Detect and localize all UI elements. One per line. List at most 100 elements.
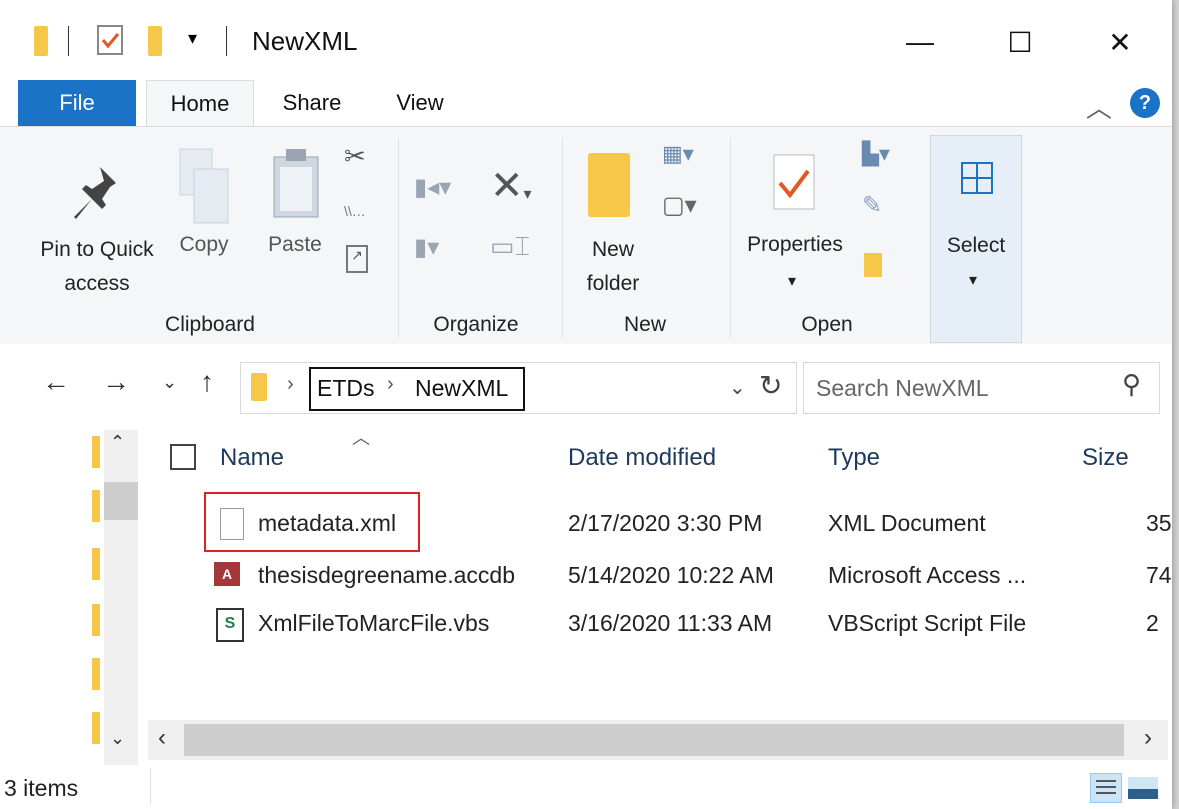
breadcrumb-chevron-icon[interactable]: › (287, 373, 294, 396)
maximize-button[interactable]: ☐ (990, 20, 1050, 64)
tab-view[interactable]: View (380, 80, 460, 126)
address-bar-row: ← → ⌄ ↑ › ETDs › NewXML ⌄ ↻ Search NewXM… (0, 344, 1172, 430)
nav-folder-icon[interactable] (92, 490, 100, 522)
search-input[interactable]: Search NewXML (816, 375, 989, 402)
edit-icon[interactable]: ✎ (862, 191, 882, 220)
nav-scrollbar[interactable]: ⌃ ⌄ (104, 430, 138, 765)
nav-scroll-thumb[interactable] (104, 482, 138, 520)
back-arrow-icon[interactable]: ← (42, 366, 70, 398)
folder-icon (251, 373, 267, 401)
copy-button[interactable]: Copy (176, 233, 232, 257)
file-size: 2 (1146, 610, 1159, 636)
open-group-label: Open (801, 313, 853, 336)
organize-group-label: Organize (433, 313, 519, 336)
forward-arrow-icon[interactable]: → (102, 366, 130, 398)
new-folder-button[interactable]: New folder (570, 233, 656, 301)
column-header-name[interactable]: Name (220, 444, 284, 472)
refresh-icon[interactable]: ↻ (759, 369, 782, 402)
delete-icon[interactable]: ✕▾ (490, 163, 532, 209)
ribbon: Pin to Quick access Copy Paste ✂ \\… ↗ C… (0, 126, 1172, 346)
copy-path-icon[interactable]: \\… (344, 203, 366, 219)
address-box[interactable]: › ETDs › NewXML ⌄ ↻ (240, 362, 797, 414)
minimize-button[interactable]: — (890, 20, 950, 64)
file-type: VBScript Script File (828, 610, 1027, 636)
breadcrumb-chevron-icon[interactable]: › (387, 373, 394, 396)
history-icon[interactable] (864, 253, 882, 277)
nav-folder-icon[interactable] (92, 604, 100, 636)
breadcrumb-etds[interactable]: ETDs (317, 375, 375, 402)
easy-access-icon[interactable]: ▢▾ (662, 191, 697, 220)
nav-folder-icon[interactable] (92, 658, 100, 690)
file-date: 5/14/2020 10:22 AM (568, 562, 774, 588)
scroll-down-icon[interactable]: ⌄ (110, 728, 125, 749)
file-row[interactable]: S XmlFileToMarcFile.vbs 3/16/2020 11:33 … (210, 606, 1170, 646)
details-view-icon[interactable] (1090, 773, 1122, 803)
title-separator (68, 26, 69, 56)
column-header-date[interactable]: Date modified (568, 444, 716, 472)
recent-locations-chevron-icon[interactable]: ⌄ (162, 372, 177, 393)
navigation-pane: ⌃ ⌄ (80, 430, 138, 765)
pin-label-line2: access (64, 272, 130, 295)
new-folder-label-line2: folder (586, 272, 640, 295)
close-button[interactable]: ✕ (1090, 20, 1150, 64)
properties-icon[interactable] (772, 153, 818, 218)
new-folder-icon[interactable] (148, 26, 162, 56)
properties-button[interactable]: Properties (740, 233, 850, 257)
paste-icon[interactable] (272, 147, 322, 226)
select-all-checkbox[interactable] (170, 444, 196, 470)
horizontal-scrollbar[interactable]: ‹ › (148, 720, 1168, 760)
properties-dropdown-icon[interactable]: ▾ (788, 271, 796, 291)
select-icon (961, 162, 993, 194)
tab-home[interactable]: Home (146, 80, 254, 127)
file-row[interactable]: metadata.xml 2/17/2020 3:30 PM XML Docum… (204, 492, 1172, 552)
title-separator (226, 26, 227, 56)
pin-icon[interactable] (70, 163, 122, 228)
select-label: Select (946, 234, 1006, 257)
new-item-icon[interactable]: ▦▾ (662, 141, 694, 167)
group-separator (562, 137, 563, 337)
group-separator (730, 137, 731, 337)
tab-file[interactable]: File (18, 80, 136, 126)
column-header-size[interactable]: Size (1082, 444, 1129, 472)
title-bar: ▾ NewXML — ☐ ✕ (0, 0, 1172, 80)
scroll-right-icon[interactable]: › (1144, 724, 1152, 752)
horizontal-scroll-thumb[interactable] (184, 724, 1124, 756)
pin-label-line1: Pin to Quick (40, 238, 154, 261)
file-size: 35 (1146, 510, 1172, 536)
open-icon[interactable]: ▙▾ (862, 141, 890, 167)
nav-folder-icon[interactable] (92, 548, 100, 580)
clipboard-group-label: Clipboard (165, 313, 255, 336)
new-folder-icon[interactable] (588, 153, 630, 217)
file-row[interactable]: A thesisdegreename.accdb 5/14/2020 10:22… (210, 558, 1172, 598)
file-name[interactable]: metadata.xml (258, 510, 396, 537)
move-to-icon[interactable]: ▮◂▾ (414, 173, 451, 202)
scroll-up-icon[interactable]: ⌃ (110, 432, 125, 453)
up-arrow-icon[interactable]: ↑ (200, 366, 214, 398)
collapse-ribbon-icon[interactable]: ︿ (1086, 88, 1112, 125)
select-dropdown-icon: ▾ (969, 272, 978, 289)
breadcrumb-newxml[interactable]: NewXML (415, 375, 508, 402)
file-name[interactable]: thesisdegreename.accdb (258, 562, 515, 589)
search-box[interactable]: Search NewXML ⚲ (803, 362, 1160, 414)
pin-to-quick-access-button[interactable]: Pin to Quick access (32, 233, 162, 301)
file-name[interactable]: XmlFileToMarcFile.vbs (258, 610, 489, 637)
select-button[interactable]: Select ▾ (930, 135, 1022, 343)
copy-to-icon[interactable]: ▮▾ (414, 233, 439, 262)
vbs-file-icon: S (216, 608, 244, 642)
cut-icon[interactable]: ✂ (344, 141, 366, 172)
rename-icon[interactable]: ▭⌶ (490, 231, 530, 263)
copy-icon[interactable] (178, 147, 232, 232)
large-icons-view-icon[interactable] (1128, 777, 1158, 799)
help-icon[interactable]: ? (1130, 88, 1160, 118)
properties-check-icon[interactable] (96, 24, 126, 61)
nav-folder-icon[interactable] (92, 436, 100, 468)
scroll-left-icon[interactable]: ‹ (158, 724, 166, 752)
search-icon[interactable]: ⚲ (1122, 369, 1141, 400)
paste-shortcut-icon[interactable]: ↗ (346, 245, 368, 273)
column-header-type[interactable]: Type (828, 444, 880, 472)
tab-share[interactable]: Share (268, 80, 356, 126)
nav-folder-icon[interactable] (92, 712, 100, 744)
paste-button[interactable]: Paste (262, 233, 328, 257)
address-dropdown-icon[interactable]: ⌄ (729, 375, 746, 400)
quick-access-dropdown-icon[interactable]: ▾ (188, 28, 197, 49)
